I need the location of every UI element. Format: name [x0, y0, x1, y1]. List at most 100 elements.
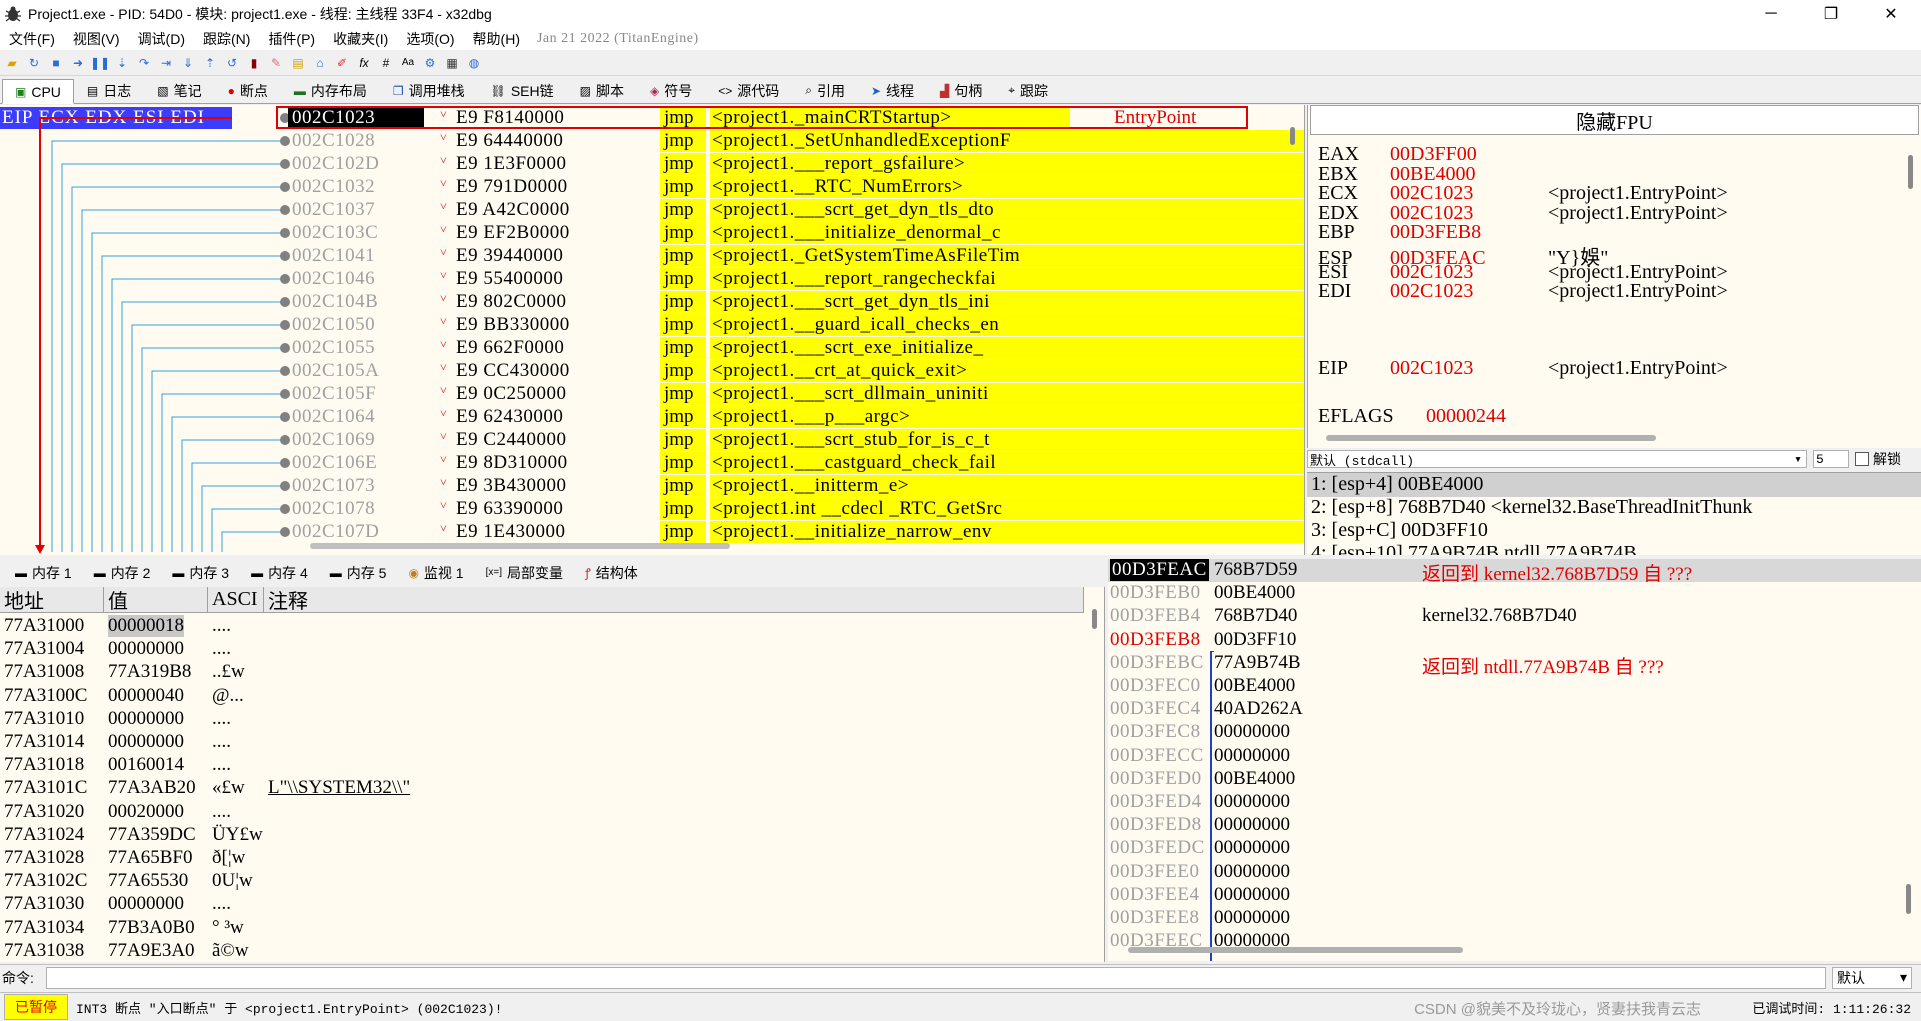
register-value[interactable]: 002C1023 — [1390, 280, 1548, 303]
tab-memory-4[interactable]: ▬ 内存 4 — [240, 560, 319, 585]
stack-scrollbar[interactable] — [1906, 884, 1911, 914]
calculator-icon[interactable]: ▦ — [444, 55, 460, 71]
stack-row[interactable]: 00D3FECC 00000000 — [1108, 745, 1921, 768]
breakpoint-dot-icon[interactable] — [280, 251, 290, 261]
stack-row[interactable]: 00D3FEBC 77A9B74B 返回到 ntdll.77A9B74B 自 ??? — [1108, 652, 1921, 678]
tab-notes[interactable]: ▧ 笔记 — [144, 78, 214, 103]
tab-script[interactable]: ▨ 脚本 — [567, 78, 637, 103]
breakpoint-dot-icon[interactable] — [280, 182, 290, 192]
breakpoint-dot-icon[interactable] — [280, 343, 290, 353]
fx-icon[interactable]: fx — [356, 55, 372, 71]
disassembly-row[interactable]: 002C105A ˅ E9 CC430000 jmp <project1.__crt_a… — [280, 360, 1304, 383]
unlock-checkbox[interactable] — [1855, 452, 1869, 466]
trace-over-icon[interactable]: ⇓ — [180, 55, 196, 71]
disassembly-row[interactable]: 002C1037 ˅ E9 A42C0000 jmp <project1.___scrt… — [280, 199, 1304, 222]
registers-scrollbar[interactable] — [1908, 155, 1913, 189]
dump-row[interactable]: 77A31018 00160014.... — [0, 754, 1090, 777]
stack-row[interactable]: 00D3FEE8 00000000 — [1108, 907, 1921, 930]
dump-row[interactable]: 77A3100C 00000040 @... — [0, 685, 1090, 708]
breakpoint-dot-icon[interactable] — [280, 136, 290, 146]
disassembly-row[interactable]: 002C104B ˅ E9 802C0000 jmp <project1.___scrt… — [280, 291, 1304, 314]
disassembly-row[interactable]: 002C1032 ˅ E9 791D0000 jmp <project1.__RTC_N… — [280, 176, 1304, 199]
tab-threads[interactable]: ➤ 线程 — [858, 78, 927, 103]
tab-handles[interactable]: ▟ 句柄 — [927, 78, 995, 103]
highlight-icon[interactable]: ▮ — [246, 55, 262, 71]
stack-row[interactable]: 00D3FEDC 00000000 — [1108, 837, 1921, 860]
argument-row[interactable]: 2: [esp+8] 768B7D40 <kernel32.BaseThread… — [1307, 496, 1921, 520]
stack-view[interactable]: 00D3FEAC 768B7D59 返回到 kernel32.768B7D59 自 … — [1108, 559, 1921, 961]
menu-options[interactable]: 选项(O) — [397, 29, 463, 49]
tab-seh[interactable]: ⛓ SEH链 — [478, 78, 567, 103]
breakpoint-dot-icon[interactable] — [280, 274, 290, 284]
column-header-ascii[interactable]: ASCI — [208, 587, 264, 613]
stack-row[interactable]: 00D3FED0 00BE4000 — [1108, 768, 1921, 791]
stack-row[interactable]: 00D3FEE4 00000000 — [1108, 884, 1921, 907]
menu-plugins[interactable]: 插件(P) — [259, 29, 324, 49]
close-button[interactable]: ✕ — [1861, 0, 1921, 28]
tab-breakpoints[interactable]: ● 断点 — [215, 78, 281, 103]
hide-fpu-button[interactable]: 隐藏FPU — [1310, 105, 1919, 135]
registers-pane[interactable]: 隐藏FPU EAX 00D3FF00 EBX 00BE4000 ECX 002C1023 <… — [1307, 105, 1921, 455]
stack-row[interactable]: 00D3FEC4 40AD262A — [1108, 698, 1921, 721]
run-icon[interactable]: ➜ — [70, 55, 86, 71]
breakpoint-dot-icon[interactable] — [280, 412, 290, 422]
tab-symbols[interactable]: ◈ 符号 — [637, 78, 705, 103]
dump-row[interactable]: 77A31000 00000018.... — [0, 615, 1090, 638]
disassembly-row[interactable]: 002C1046 ˅ E9 55400000 jmp <project1.___repo… — [280, 268, 1304, 291]
tab-memory-5[interactable]: ▬ 内存 5 — [319, 560, 398, 585]
argument-row[interactable]: 3: [esp+C] 00D3FF10 — [1307, 519, 1921, 543]
open-icon[interactable]: ▰ — [4, 55, 20, 71]
breakpoint-dot-icon[interactable] — [280, 389, 290, 399]
tab-call-stack[interactable]: ❐ 调用堆栈 — [380, 78, 478, 103]
bookmark-icon[interactable]: ✐ — [334, 55, 350, 71]
patch-icon[interactable]: ✎ — [268, 55, 284, 71]
comment-icon[interactable]: ▤ — [290, 55, 306, 71]
dump-row[interactable]: 77A3101C 77A3AB20 «£w L"\\SYSTEM32\\" — [0, 777, 1090, 800]
maximize-button[interactable]: ❐ — [1801, 0, 1861, 28]
disassembly-row[interactable]: 002C102D ˅ E9 1E3F0000 jmp <project1.___repo… — [280, 153, 1304, 176]
breakpoint-dot-icon[interactable] — [280, 435, 290, 445]
breakpoint-dot-icon[interactable] — [280, 481, 290, 491]
register-eflags[interactable]: EFLAGS 00000244 — [1318, 405, 1584, 429]
disassembly-row[interactable]: 002C1073 ˅ E9 3B430000 jmp <project1.__initt… — [280, 475, 1304, 498]
stack-row[interactable]: 00D3FED4 00000000 — [1108, 791, 1921, 814]
dump-row[interactable]: 77A3102C 77A65530 0U¦w — [0, 870, 1090, 893]
calling-convention-select[interactable]: 默认 (stdcall) ▾ — [1307, 450, 1807, 469]
dump-row[interactable]: 77A31014 00000000.... — [0, 731, 1090, 754]
disassembly-row[interactable]: 002C1028 ˅ E9 64440000 jmp <project1._SetUnh… — [280, 130, 1304, 153]
disassembly-row[interactable]: 002C106E ˅ E9 8D310000 jmp <project1.___cast… — [280, 452, 1304, 475]
restart-icon[interactable]: ↻ — [26, 55, 42, 71]
breakpoint-dot-icon[interactable] — [280, 159, 290, 169]
settings-icon[interactable]: ⚙ — [422, 55, 438, 71]
memory-dump-view[interactable]: 地址 值 ASCI 注释 77A31000 00000018.... 77A3100… — [0, 587, 1105, 962]
argument-count-spinner[interactable]: 5 — [1813, 450, 1849, 468]
stack-row-current[interactable]: 00D3FEAC 768B7D59 返回到 kernel32.768B7D59 自 … — [1108, 559, 1921, 585]
dump-row[interactable]: 77A31008 77A319B8 ..£w — [0, 661, 1090, 684]
stack-row[interactable]: 00D3FEC8 00000000 — [1108, 721, 1921, 744]
breakpoint-dot-icon[interactable] — [280, 205, 290, 215]
stack-hscrollbar[interactable] — [1128, 947, 1463, 953]
stack-row[interactable]: 00D3FEE0 00000000 — [1108, 861, 1921, 884]
pause-icon[interactable]: ❚❚ — [90, 55, 110, 71]
argument-row[interactable]: 1: [esp+4] 00BE4000 — [1307, 473, 1921, 497]
hash-icon[interactable]: # — [378, 55, 394, 71]
tab-memory-1[interactable]: ▬ 内存 1 — [4, 560, 83, 585]
dump-row[interactable]: 77A31028 77A65BF0 ð[¦w — [0, 847, 1090, 870]
step-into-icon[interactable]: ⇣ — [114, 55, 130, 71]
tab-struct[interactable]: ꝭ 结构体 — [574, 560, 649, 585]
stack-row[interactable]: 00D3FED8 00000000 — [1108, 814, 1921, 837]
tab-memory-map[interactable]: ▬ 内存布局 — [281, 78, 380, 103]
run-to-user-icon[interactable]: ⇡ — [202, 55, 218, 71]
register-edi[interactable]: EDI 002C1023 <project1.EntryPoint> — [1318, 280, 1728, 304]
trace-into-icon[interactable]: ⇥ — [158, 55, 174, 71]
tab-memory-3[interactable]: ▬ 内存 3 — [161, 560, 240, 585]
disassembly-row[interactable]: 002C105F ˅ E9 0C250000 jmp <project1.___scrt… — [280, 383, 1304, 406]
disassembly-hscrollbar[interactable] — [310, 543, 730, 549]
column-header-comment[interactable]: 注释 — [264, 587, 1084, 613]
tab-watch-1[interactable]: ◉ 监视 1 — [397, 560, 474, 585]
tab-references[interactable]: ⌕ 引用 — [792, 78, 858, 103]
register-value[interactable]: 00000244 — [1426, 405, 1584, 428]
tab-locals[interactable]: [x=] 局部变量 — [475, 560, 574, 585]
breakpoint-dot-icon[interactable] — [280, 504, 290, 514]
command-mode-select[interactable]: 默认 ▾ — [1832, 966, 1912, 989]
